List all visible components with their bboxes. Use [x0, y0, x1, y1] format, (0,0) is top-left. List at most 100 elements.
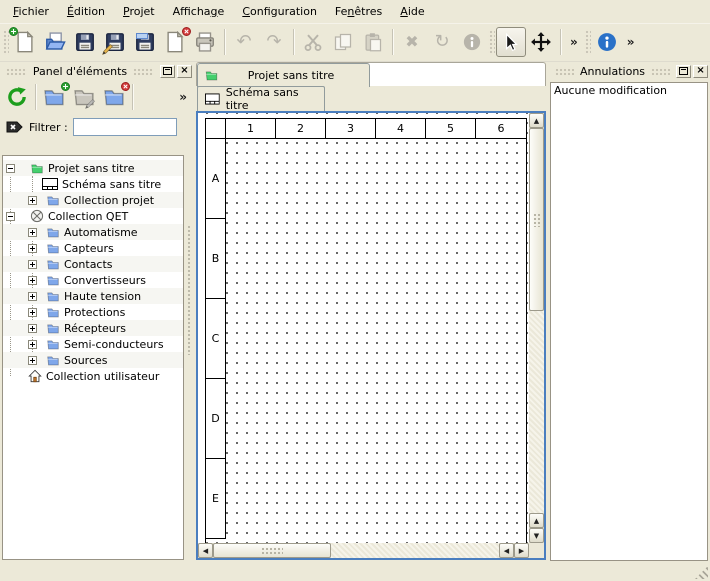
menu-projet[interactable]: Projet — [114, 1, 164, 22]
delete-category-button[interactable] — [99, 82, 129, 112]
about-button[interactable] — [592, 27, 622, 57]
undo-history-list[interactable]: Aucune modification — [550, 82, 708, 561]
cut-button[interactable] — [298, 27, 328, 57]
save-as-button[interactable] — [100, 27, 130, 57]
toolbar-overflow-button[interactable]: » — [565, 35, 583, 49]
undo-list-item[interactable]: Aucune modification — [554, 84, 704, 97]
collapse-icon[interactable] — [6, 164, 15, 173]
redo-button[interactable]: ↷ — [259, 27, 289, 57]
expand-icon[interactable] — [28, 196, 37, 205]
expand-icon[interactable] — [28, 276, 37, 285]
paste-button[interactable] — [358, 27, 388, 57]
tree-item-capteurs[interactable]: Capteurs — [3, 240, 183, 256]
menu-edition[interactable]: Édition — [58, 1, 114, 22]
menu-aide[interactable]: Aide — [391, 1, 433, 22]
panel-toolbar-overflow-button[interactable]: » — [174, 90, 192, 104]
tree-item-sources[interactable]: Sources — [3, 352, 183, 368]
toolbar-handle[interactable] — [584, 29, 591, 55]
titlebar-texture — [651, 67, 670, 75]
expand-icon[interactable] — [28, 308, 37, 317]
close-panel-button[interactable]: × — [177, 65, 192, 78]
tree-item-convertisseurs[interactable]: Convertisseurs — [3, 272, 183, 288]
open-project-button[interactable] — [40, 27, 70, 57]
scroll-up-button-2[interactable]: ▲ — [529, 513, 544, 528]
row-header: A — [206, 139, 225, 219]
row-header: D — [206, 379, 225, 459]
scroll-down-button[interactable]: ▼ — [529, 528, 544, 543]
expand-icon[interactable] — [28, 292, 37, 301]
copy-button[interactable] — [328, 27, 358, 57]
collapse-icon[interactable] — [6, 212, 15, 221]
elements-panel-title: Panel d'éléments — [31, 65, 129, 78]
filter-label: Filtrer : — [29, 121, 68, 134]
scroll-left-button-2[interactable]: ◀ — [499, 543, 514, 558]
horizontal-scrollbar-track[interactable] — [331, 543, 499, 558]
toolbar-separator — [392, 29, 393, 55]
tree-item-collection-qet[interactable]: Collection QET — [3, 208, 183, 224]
refresh-icon — [6, 86, 28, 108]
edit-category-button[interactable] — [69, 82, 99, 112]
save-all-button[interactable] — [130, 27, 160, 57]
close-file-button[interactable] — [160, 27, 190, 57]
vertical-scrollbar[interactable]: ▲ ▲ ▼ — [529, 113, 544, 543]
selection-tool-button[interactable] — [496, 27, 526, 57]
horizontal-scrollbar[interactable]: ◀ ◀ ▶ — [198, 543, 529, 558]
save-button[interactable] — [70, 27, 100, 57]
splitter-handle[interactable] — [187, 225, 192, 355]
reload-collections-button[interactable] — [2, 82, 32, 112]
tree-item-protections[interactable]: Protections — [3, 304, 183, 320]
float-panel-button[interactable] — [160, 65, 175, 78]
schema-canvas[interactable]: 1 2 3 4 5 6 A B C D E — [198, 113, 529, 543]
expand-icon[interactable] — [28, 244, 37, 253]
tree-item-contacts[interactable]: Contacts — [3, 256, 183, 272]
scroll-left-button[interactable]: ◀ — [198, 543, 213, 558]
new-document-button[interactable] — [10, 27, 40, 57]
new-category-button[interactable] — [39, 82, 69, 112]
toolbar-handle[interactable] — [2, 29, 9, 55]
float-panel-button[interactable] — [676, 65, 691, 78]
printer-icon — [194, 31, 216, 53]
clear-filter-button[interactable] — [6, 119, 24, 135]
menu-configuration[interactable]: Configuration — [233, 1, 326, 22]
tab-schema-sans-titre[interactable]: Schéma sans titre — [197, 86, 325, 111]
vertical-scrollbar-thumb[interactable] — [529, 128, 544, 311]
expand-icon[interactable] — [28, 228, 37, 237]
scroll-up-button[interactable]: ▲ — [529, 113, 544, 128]
resize-grip[interactable] — [695, 566, 708, 579]
menu-fenetres[interactable]: Fenêtres — [326, 1, 391, 22]
expand-icon[interactable] — [28, 324, 37, 333]
expand-icon[interactable] — [28, 260, 37, 269]
titlebar-texture — [133, 67, 154, 75]
toolbar-handle[interactable] — [488, 29, 495, 55]
paste-icon — [363, 32, 383, 52]
print-button[interactable] — [190, 27, 220, 57]
tree-item-recepteurs[interactable]: Récepteurs — [3, 320, 183, 336]
delete-button[interactable]: ✖ — [397, 27, 427, 57]
element-info-button[interactable] — [457, 27, 487, 57]
elements-panel-titlebar[interactable]: Panel d'éléments × — [0, 62, 194, 80]
annulations-panel-titlebar[interactable]: Annulations × — [549, 62, 710, 80]
toolbar-overflow-button-2[interactable]: » — [622, 35, 640, 49]
scroll-right-button[interactable]: ▶ — [514, 543, 529, 558]
expand-icon[interactable] — [28, 340, 37, 349]
menu-affichage[interactable]: Affichage — [164, 1, 234, 22]
undo-button[interactable]: ↶ — [229, 27, 259, 57]
toolbar-separator — [560, 29, 561, 55]
tree-item-semi-conducteurs[interactable]: Semi-conducteurs — [3, 336, 183, 352]
expand-icon[interactable] — [28, 356, 37, 365]
move-tool-button[interactable] — [526, 27, 556, 57]
close-panel-button[interactable]: × — [693, 65, 708, 78]
tree-item-automatisme[interactable]: Automatisme — [3, 224, 183, 240]
filter-input[interactable] — [73, 118, 177, 136]
tree-item-collection-utilisateur[interactable]: Collection utilisateur — [3, 368, 183, 384]
tree-item-schema-sans-titre[interactable]: Schéma sans titre — [3, 176, 183, 192]
tree-item-collection-projet[interactable]: Collection projet — [3, 192, 183, 208]
vertical-scrollbar-track[interactable] — [529, 311, 544, 513]
horizontal-scrollbar-thumb[interactable] — [213, 543, 331, 558]
menu-fichier[interactable]: Fichier — [4, 1, 58, 22]
tree-item-haute-tension[interactable]: Haute tension — [3, 288, 183, 304]
tree-item-projet-sans-titre[interactable]: Projet sans titre — [3, 160, 183, 176]
tab-projet-sans-titre[interactable]: Projet sans titre — [197, 63, 370, 87]
schema-tab-bar: Schéma sans titre — [196, 86, 546, 111]
rotate-button[interactable]: ↻ — [427, 27, 457, 57]
